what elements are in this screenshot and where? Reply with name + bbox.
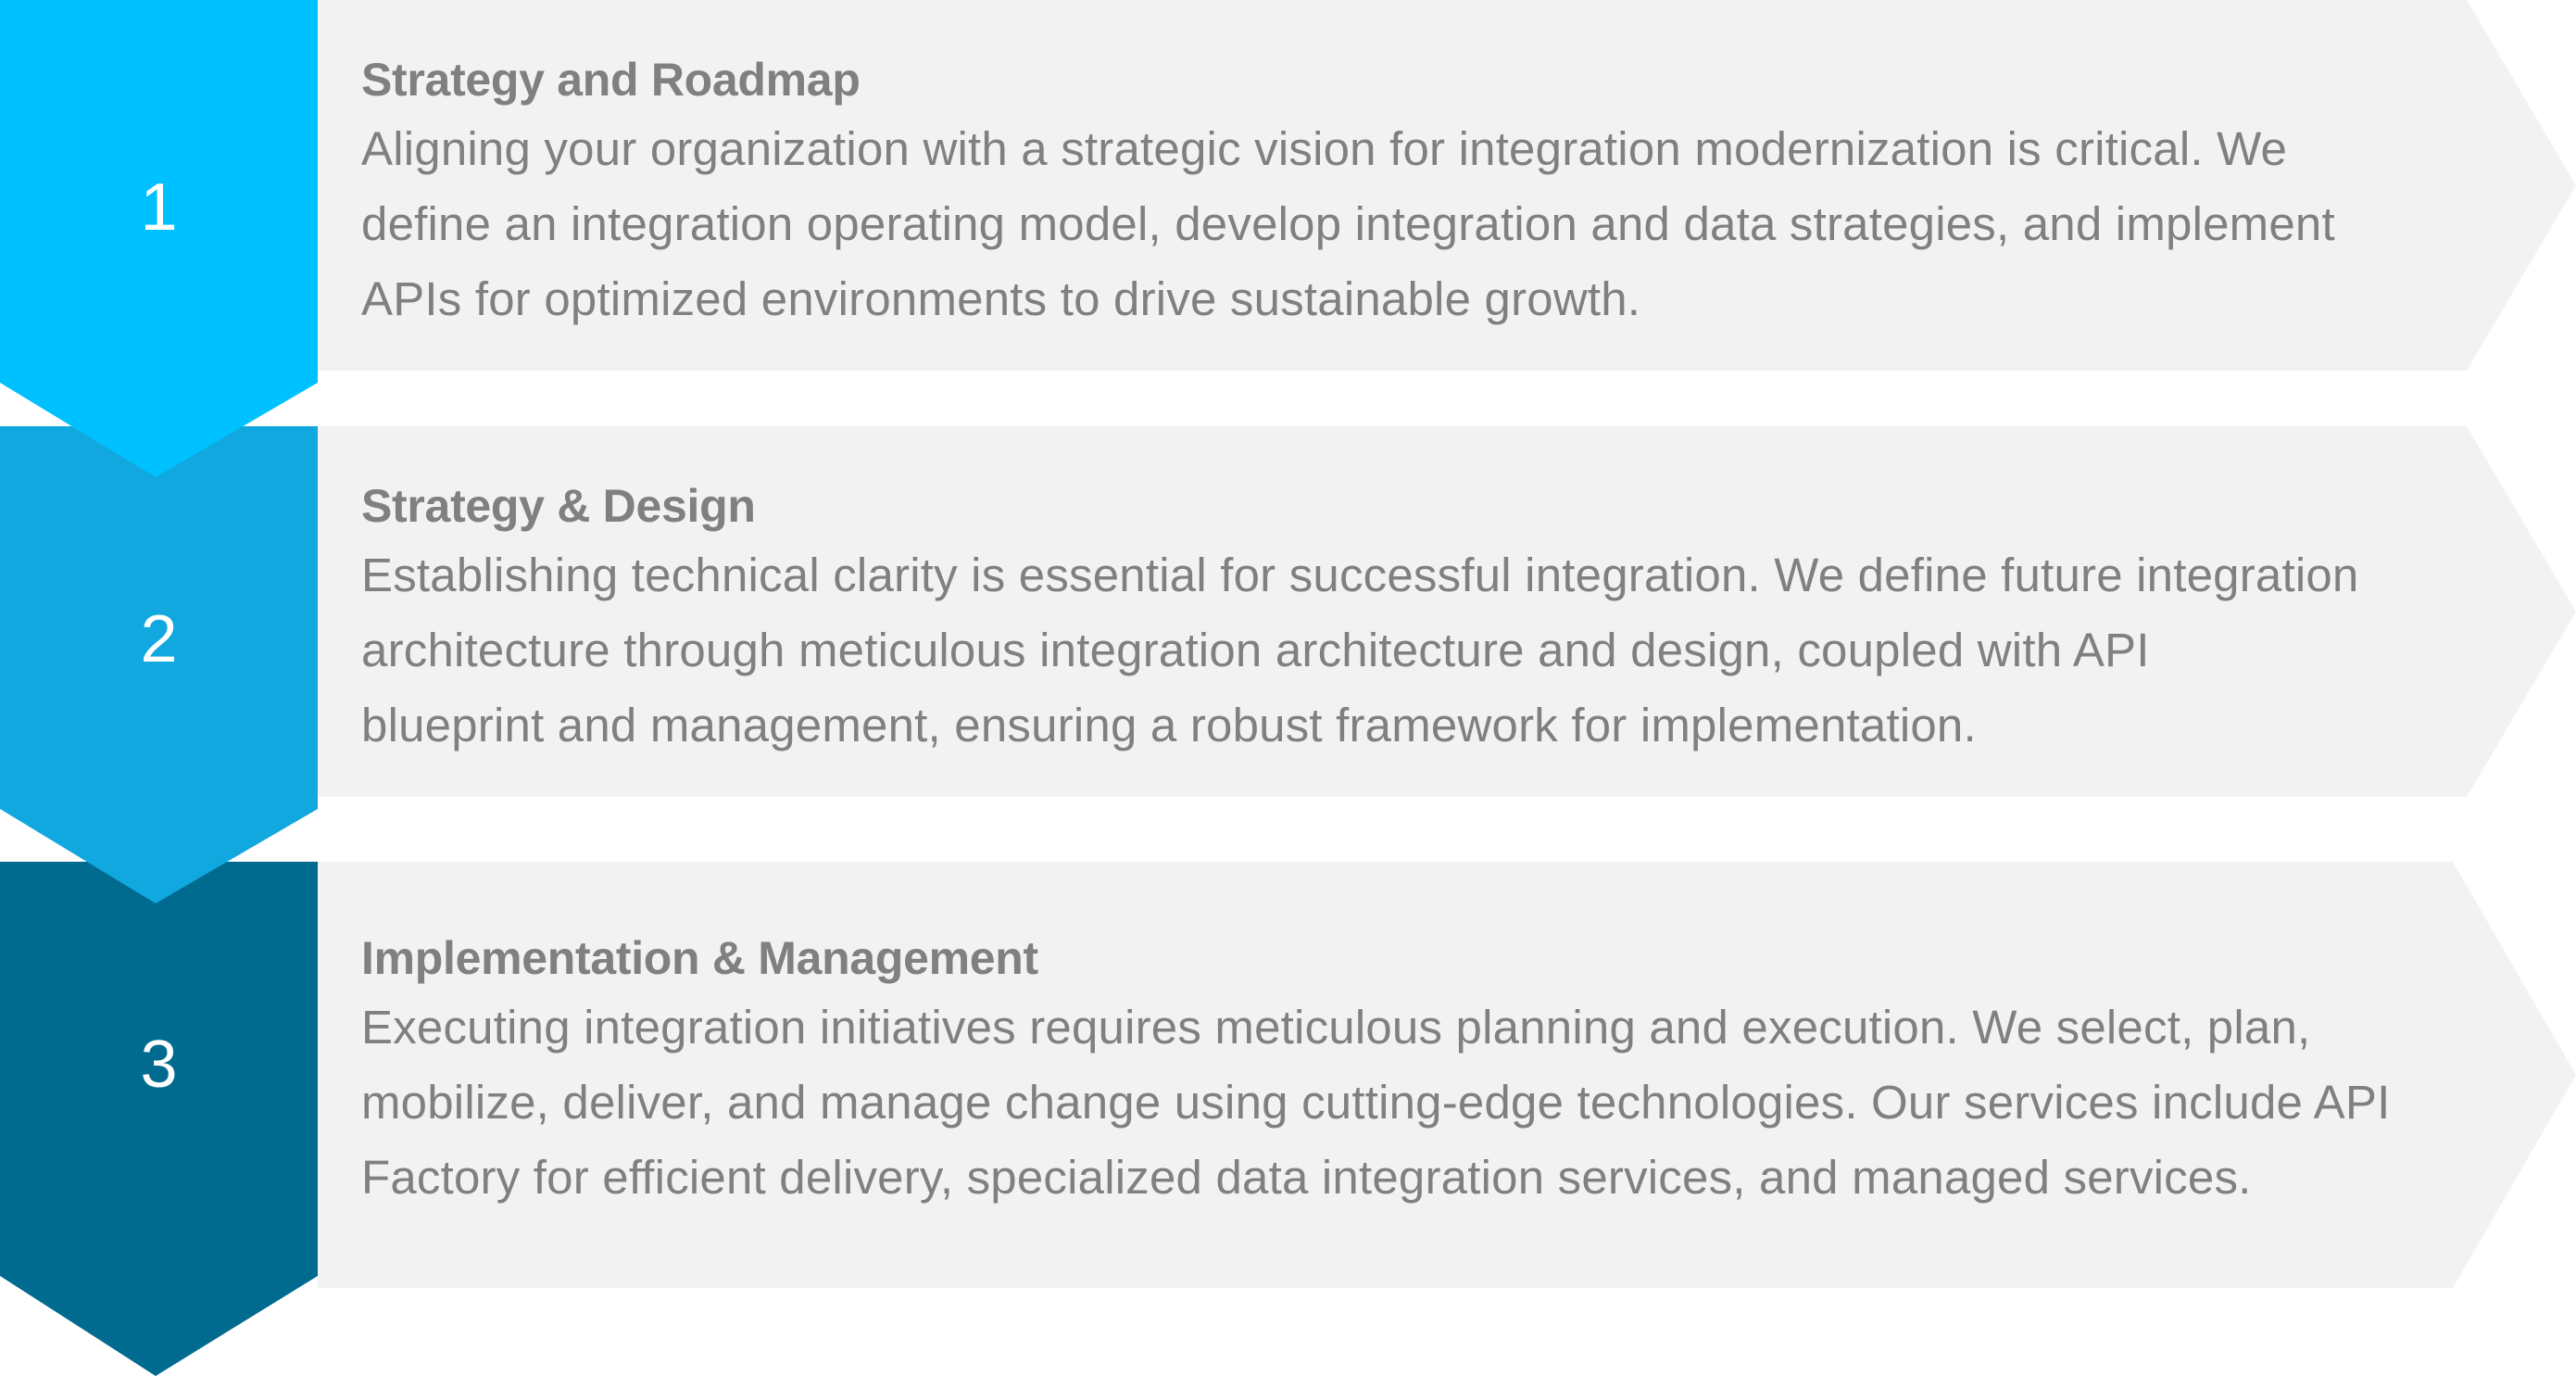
step-3-chevron	[0, 862, 318, 1376]
step-3-title: Implementation & Management	[361, 932, 1038, 984]
step-1-title: Strategy and Roadmap	[361, 54, 861, 106]
step-3: 3 Implementation & Management Executing …	[0, 862, 2576, 1376]
step-2-text: Strategy & Design Establishing technical…	[361, 474, 2455, 763]
step-1-number: 1	[140, 170, 178, 245]
step-1-text: Strategy and Roadmap Aligning your organ…	[361, 48, 2455, 336]
step-1: 1 Strategy and Roadmap Aligning your org…	[0, 0, 2576, 477]
step-1-description: Aligning your organization with a strate…	[361, 122, 2335, 325]
step-3-description: Executing integration initiatives requir…	[361, 1001, 2391, 1204]
step-2-title: Strategy & Design	[361, 480, 756, 532]
step-2: 2 Strategy & Design Establishing technic…	[0, 426, 2576, 903]
step-3-text: Implementation & Management Executing in…	[361, 927, 2455, 1215]
step-3-number: 3	[140, 1028, 178, 1102]
step-2-number: 2	[140, 602, 178, 676]
step-2-description: Establishing technical clarity is essent…	[361, 549, 2359, 751]
